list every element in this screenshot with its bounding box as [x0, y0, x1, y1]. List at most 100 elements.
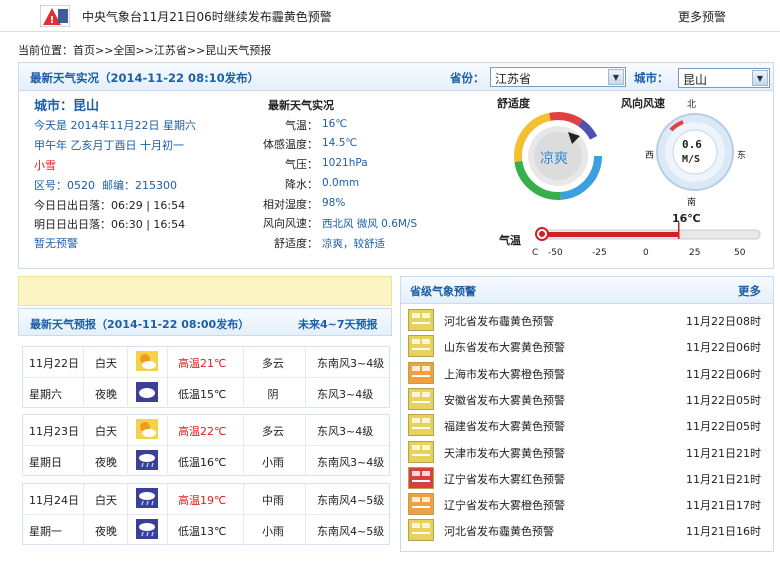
- row-divider: [167, 515, 168, 545]
- no-warning-link[interactable]: 暂无预警: [34, 235, 78, 251]
- province-warning-text[interactable]: 河北省发布霾黄色预警: [444, 523, 554, 539]
- forecast-temp: 高温19℃: [178, 494, 227, 507]
- observation-title: 最新天气实况: [268, 99, 334, 112]
- forecast-date: 11月23日: [29, 425, 79, 438]
- province-warning-time: 11月22日06时: [686, 367, 761, 381]
- forecast-weather: 中雨: [262, 494, 284, 507]
- province-warning-text[interactable]: 辽宁省发布大雾橙色预警: [444, 497, 565, 513]
- row-divider: [127, 484, 128, 514]
- province-warning-text[interactable]: 天津市发布大雾黄色预警: [444, 445, 565, 461]
- top-alert-link[interactable]: 中央气象台11月21日06时继续发布霾黄色预警: [82, 8, 332, 25]
- forecast-weather: 阴: [267, 388, 279, 401]
- row-divider: [167, 415, 168, 445]
- province-warning-item[interactable]: 河北省发布霾黄色预警 11月22日08时: [408, 307, 768, 333]
- breadcrumb[interactable]: 当前位置：首页>>全国>>江苏省>>昆山天气预报: [18, 42, 271, 58]
- row-divider: [305, 347, 306, 377]
- sun-cloud-icon: [136, 351, 158, 371]
- forecast-temp: 低温16℃: [178, 456, 227, 469]
- warning-sign-icon: [408, 519, 434, 542]
- cloud-icon: [136, 382, 158, 402]
- area-codes: 区号：0520 邮编：215300: [34, 179, 177, 192]
- row-divider: [243, 378, 244, 408]
- warning-sign-icon: [408, 335, 434, 358]
- comfort-value: 凉爽: [540, 151, 568, 167]
- forecast-wind: 东南风3~4级: [317, 357, 385, 370]
- province-warning-time: 11月22日05时: [686, 393, 761, 407]
- sun-today: 今日日出日落：06:29 | 16:54: [34, 199, 186, 212]
- forecast-wind: 东风3~4级: [317, 388, 374, 401]
- province-warning-item[interactable]: 安徽省发布大雾黄色预警 11月22日05时: [408, 386, 768, 412]
- lunar-date: 甲午年 乙亥月丁酉日 十月初一: [34, 139, 184, 152]
- province-warning-item[interactable]: 上海市发布大雾橙色预警 11月22日06时: [408, 360, 768, 386]
- forecast-wind: 东风3~4级: [317, 425, 374, 438]
- city-name: 城市：昆山: [34, 99, 100, 114]
- province-warning-item[interactable]: 天津市发布大雾黄色预警 11月21日21时: [408, 439, 768, 465]
- observation-value: 西北风 微风 0.6M/S: [322, 218, 418, 230]
- observation-value: 14.5℃: [322, 137, 358, 149]
- observation-label: 气压：: [285, 158, 318, 171]
- forecast-more-link[interactable]: 未来4~7天预报: [298, 316, 378, 332]
- forecast-day: 11月22日 白天 高温21℃ 多云 东南风3~4级 星期六 夜晚 低温15℃ 阴 东风3~4级: [22, 346, 390, 408]
- province-warning-time: 11月21日21时: [686, 472, 761, 486]
- row-divider: [83, 446, 84, 476]
- province-warning-text[interactable]: 福建省发布大雾黄色预警: [444, 418, 565, 434]
- city-label: 城市：: [634, 71, 669, 85]
- forecast-date: 11月24日: [29, 494, 79, 507]
- row-divider: [83, 347, 84, 377]
- province-warning-text[interactable]: 上海市发布大雾橙色预警: [444, 366, 565, 382]
- forecast-period: 夜晚: [95, 456, 117, 469]
- row-divider: [167, 446, 168, 476]
- more-warnings-link[interactable]: 更多预警: [678, 8, 726, 25]
- province-select[interactable]: 江苏省 ▼: [490, 67, 626, 87]
- province-warning-time: 11月21日17时: [686, 499, 761, 513]
- province-warning-item[interactable]: 辽宁省发布大雾红色预警 11月21日21时: [408, 465, 768, 491]
- province-warning-more-link[interactable]: 更多: [738, 283, 761, 299]
- province-warning-text[interactable]: 山东省发布大雾黄色预警: [444, 339, 565, 355]
- forecast-day: 11月24日 白天 高温19℃ 中雨 东南风4~5级 星期一 夜晚 低温13℃ 小雨 东南风4~5…: [22, 483, 390, 545]
- observation-label: 相对湿度：: [263, 198, 318, 211]
- row-divider: [243, 446, 244, 476]
- warning-sign-icon: [408, 361, 434, 384]
- row-divider: [305, 415, 306, 445]
- forecast-row: 星期一 夜晚 低温13℃ 小雨 东南风4~5级: [23, 514, 389, 545]
- warning-icon: !: [39, 4, 71, 28]
- row-divider: [243, 347, 244, 377]
- forecast-row: 11月22日 白天 高温21℃ 多云 东南风3~4级: [23, 347, 389, 377]
- observation-value: 0.0mm: [322, 177, 360, 189]
- row-divider: [167, 347, 168, 377]
- province-warning-item[interactable]: 山东省发布大雾黄色预警 11月22日06时: [408, 333, 768, 359]
- province-warning-text[interactable]: 河北省发布霾黄色预警: [444, 313, 554, 329]
- province-warning-text[interactable]: 辽宁省发布大雾红色预警: [444, 471, 565, 487]
- compass-south: 南: [687, 198, 697, 208]
- row-divider: [305, 378, 306, 408]
- rain-icon: [136, 450, 158, 470]
- live-weather-title: 最新天气实况（2014-11-22 08:10发布）: [30, 71, 260, 85]
- province-warning-item[interactable]: 福建省发布大雾黄色预警 11月22日05时: [408, 412, 768, 438]
- province-warning-time: 11月22日05时: [686, 420, 761, 434]
- forecast-date: 11月22日: [29, 357, 79, 370]
- forecast-weather: 小雨: [262, 456, 284, 469]
- temp-tick: 25: [689, 248, 701, 258]
- notice-banner: [18, 276, 392, 306]
- forecast-weather: 多云: [262, 425, 284, 438]
- forecast-row: 星期日 夜晚 低温16℃ 小雨 东南风3~4级: [23, 445, 389, 476]
- observation-label: 体感温度：: [263, 138, 318, 151]
- city-select[interactable]: 昆山 ▼: [678, 68, 770, 88]
- wind-unit: M/S: [682, 154, 701, 165]
- province-warning-item[interactable]: 河北省发布霾黄色预警 11月21日16时: [408, 517, 768, 543]
- temp-tick: -25: [592, 248, 607, 258]
- row-divider: [83, 378, 84, 408]
- observation-value: 98%: [322, 197, 346, 209]
- observation-value: 1021hPa: [322, 157, 368, 169]
- row-divider: [127, 378, 128, 408]
- forecast-period: 夜晚: [95, 388, 117, 401]
- province-warning-text[interactable]: 安徽省发布大雾黄色预警: [444, 392, 565, 408]
- today-date: 今天是 2014年11月22日 星期六: [34, 119, 196, 132]
- observation-value: 16℃: [322, 118, 348, 130]
- chevron-down-icon: ▼: [608, 69, 624, 85]
- province-warning-item[interactable]: 辽宁省发布大雾橙色预警 11月21日17时: [408, 491, 768, 517]
- province-warning-time: 11月22日08时: [686, 315, 761, 328]
- forecast-wind: 东南风4~5级: [317, 525, 385, 538]
- temp-label: 气温: [499, 234, 521, 247]
- temp-tick: -50: [548, 248, 563, 258]
